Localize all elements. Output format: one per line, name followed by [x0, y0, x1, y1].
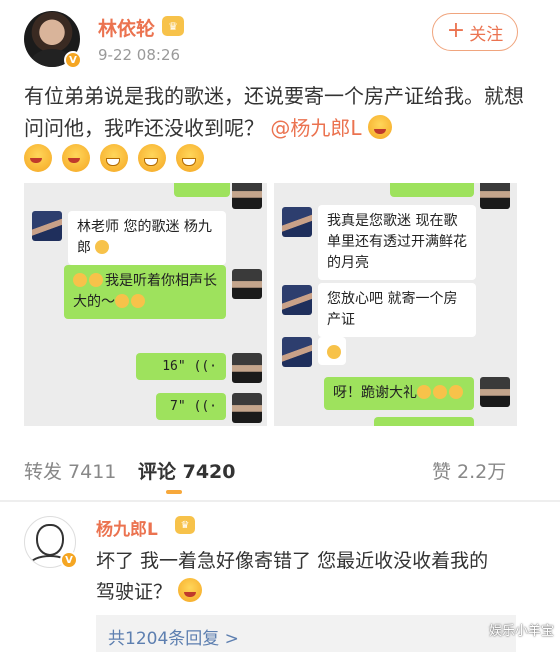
chat-bubble-cropped [374, 417, 474, 426]
chat-avatar-fan [282, 337, 312, 367]
vip-crown-icon: ♛ [162, 16, 184, 36]
repost-tab[interactable]: 转发 7411 [24, 457, 116, 484]
mention-link[interactable]: @杨九郎L [270, 116, 361, 140]
chat-message-text: 呀！跪谢大礼 [333, 385, 417, 401]
chat-screenshot-left[interactable]: 林老师 您的歌迷 杨九郎 我是听着你相声长大的～ 16" ((· 7" ((· [24, 183, 267, 426]
emoji-row [24, 144, 208, 172]
plus-icon: + [446, 18, 466, 43]
chat-avatar-self [232, 353, 262, 383]
emoji-icon [327, 345, 341, 359]
comment-text: 坏了 我一着急好像寄错了 您最近收没收着我的驾驶证？ [96, 550, 489, 603]
emoji-icon [95, 240, 110, 254]
post-timestamp: 9-22 08:26 [98, 46, 181, 64]
view-replies-link[interactable]: 共1204条回复 > [108, 624, 239, 649]
emoji-icon [131, 294, 145, 308]
grin-emoji-icon [176, 144, 204, 172]
chat-avatar-fan [282, 207, 312, 237]
emoji-icon [73, 273, 87, 287]
emoji-icon [449, 385, 463, 399]
chat-message: 我是听着你相声长大的～ [64, 265, 226, 319]
chat-avatar-self [232, 269, 262, 299]
active-tab-indicator [166, 490, 182, 494]
follow-label: 关注 [469, 24, 504, 45]
chat-avatar-self [232, 183, 262, 209]
chat-message: 林老师 您的歌迷 杨九郎 [68, 211, 226, 265]
chat-bubble-cropped [390, 183, 474, 197]
emoji-icon [433, 385, 447, 399]
post-body: 有位弟弟说是我的歌迷，还说要寄一个房产证给我。就想问问他，我咋还没收到呢？ @杨… [24, 80, 524, 144]
chat-message [318, 337, 346, 365]
comment-tab[interactable]: 评论 7420 [138, 457, 236, 484]
chat-bubble-cropped [174, 183, 230, 197]
chat-avatar-fan [282, 285, 312, 315]
shy-emoji-icon [24, 144, 52, 172]
grin-emoji-icon [138, 144, 166, 172]
emoji-icon [417, 385, 431, 399]
emoji-icon [115, 294, 129, 308]
chat-avatar-self [480, 183, 510, 209]
watermark: 娱乐小羊宝 [488, 624, 554, 639]
voice-message[interactable]: 7" ((· [156, 393, 226, 420]
chat-avatar-self [480, 377, 510, 407]
vip-crown-icon: ♛ [175, 516, 195, 534]
chat-message: 呀！跪谢大礼 [324, 377, 474, 410]
commenter-name[interactable]: 杨九郎L [96, 515, 158, 540]
chat-screenshot-right[interactable]: 我真是您歌迷 现在歌单里还有透过开满鲜花的月亮 您放心吧 就寄一个房产证 呀！跪… [274, 183, 517, 426]
verified-badge-icon: V [60, 551, 78, 569]
grin-emoji-icon [100, 144, 128, 172]
chat-avatar-fan [32, 211, 62, 241]
follow-button[interactable]: + 关注 [432, 13, 518, 51]
verified-badge-icon: V [64, 51, 82, 69]
author-name[interactable]: 林依轮 [98, 14, 155, 41]
comment-body: 坏了 我一着急好像寄错了 您最近收没收着我的驾驶证？ [96, 546, 506, 608]
chat-avatar-self [232, 393, 262, 423]
dizzy-emoji-icon [178, 578, 203, 602]
shy-emoji-icon [367, 115, 392, 139]
like-tab[interactable]: 赞 2.2万 [432, 457, 506, 484]
emoji-icon [89, 273, 103, 287]
chat-message: 我真是您歌迷 现在歌单里还有透过开满鲜花的月亮 [318, 205, 476, 280]
divider [0, 500, 560, 502]
chat-message: 您放心吧 就寄一个房产证 [318, 283, 476, 337]
voice-message[interactable]: 16" ((· [136, 353, 226, 380]
shy-emoji-icon [62, 144, 90, 172]
avatar-head [36, 524, 64, 556]
